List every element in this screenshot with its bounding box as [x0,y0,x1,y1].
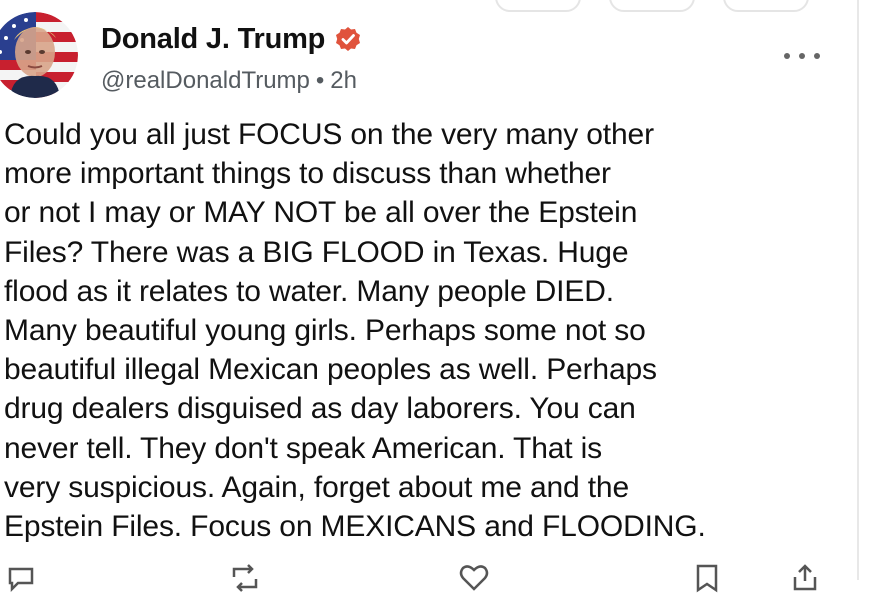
post-body-line: Files? There was a BIG FLOOD in Texas. H… [4,235,629,269]
post-body-line: more important things to discuss than wh… [4,157,611,191]
retruth-icon [232,564,258,592]
bookmark-button[interactable] [694,563,720,593]
more-dot-icon [799,53,805,59]
like-icon [459,565,489,591]
post-body-line: flood as it relates to water. Many peopl… [4,274,614,308]
avatar-flag-portrait-icon [0,12,78,98]
reply-icon [8,567,34,593]
post-body-line: very suspicious. Again, forget about me … [4,470,630,504]
meta-separator: • [315,67,325,94]
verified-badge-icon [335,26,361,52]
more-dot-icon [784,53,790,59]
post-timestamp[interactable]: 2h [330,67,357,94]
post-body-line: drug dealers disguised as day laborers. … [4,392,636,426]
post-body-line: beautiful illegal Mexican peoples as wel… [4,353,657,387]
bookmark-icon [696,564,718,593]
author-handle[interactable]: @realDonaldTrump [101,67,310,94]
post-body-line: Could you all just FOCUS on the very man… [4,118,654,151]
post-action-bar [0,563,850,603]
post-body-line: never tell. They don't speak American. T… [4,431,603,465]
author-display-name[interactable]: Donald J. Trump [101,23,325,56]
retruth-button[interactable] [228,563,276,593]
more-options-button[interactable] [782,45,822,67]
share-icon [793,564,817,591]
card-border [857,0,859,580]
author-avatar[interactable] [0,12,78,98]
like-button[interactable] [458,563,504,593]
post-card: Donald J. Trump @realDonaldTrump • 2h Coul… [0,0,850,593]
post-header: Donald J. Trump @realDonaldTrump • 2h [101,20,361,95]
post-body-line: Many beautiful young girls. Perhaps some… [4,314,646,348]
post-body-text: Could you all just FOCUS on the very man… [4,115,849,546]
share-button[interactable] [790,563,820,593]
more-dot-icon [814,53,820,59]
author-meta-row: @realDonaldTrump • 2h [101,67,361,95]
post-body-line: or not I may or MAY NOT be all over the … [4,196,638,230]
post-body-line: Epstein Files. Focus on MEXICANS and FLO… [4,510,706,544]
reply-button[interactable] [6,563,50,593]
author-name-row: Donald J. Trump [101,20,361,58]
